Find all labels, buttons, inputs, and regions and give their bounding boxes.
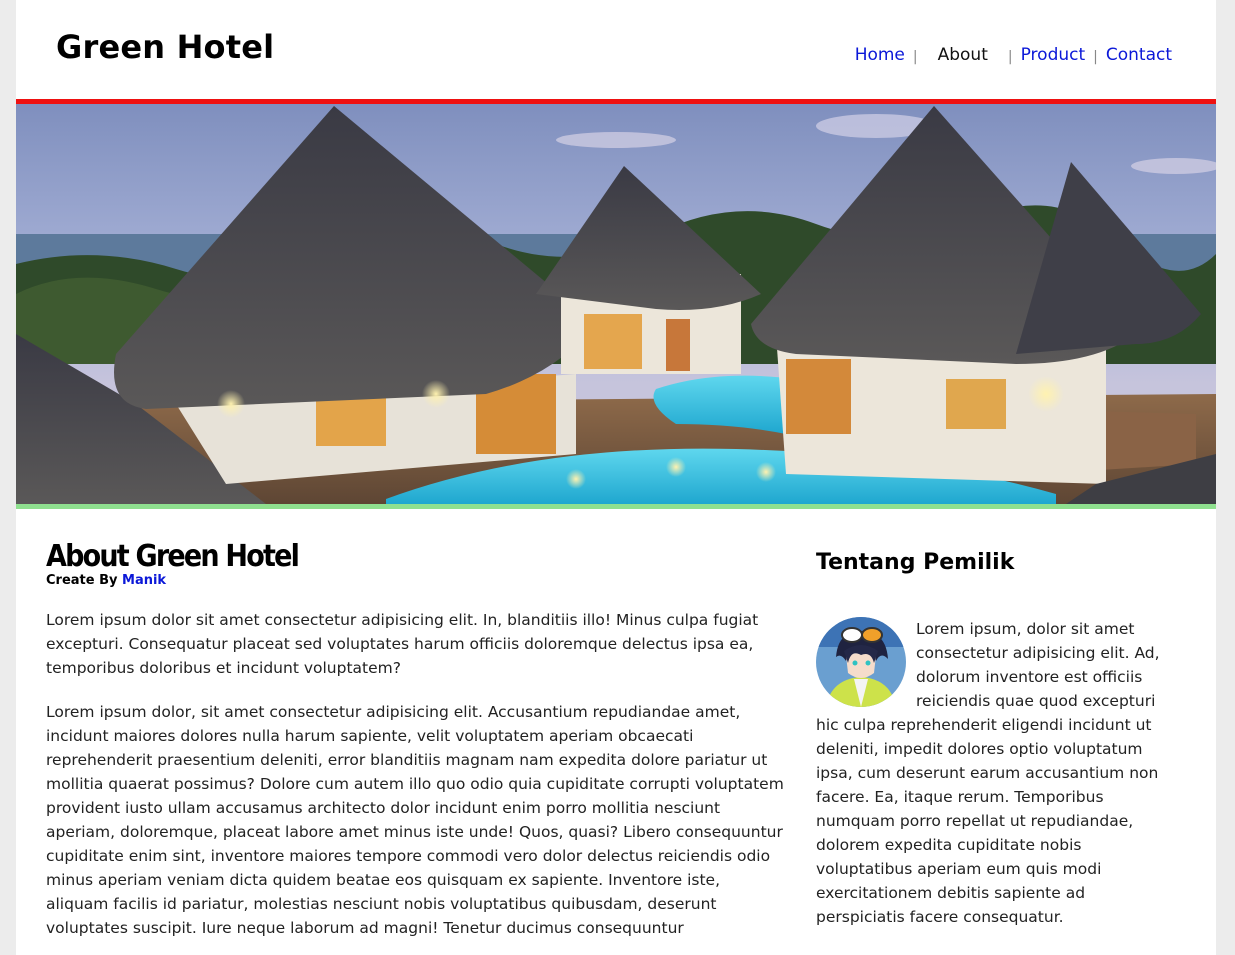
site-header: Green Hotel Home | About | Product | Con…: [16, 0, 1216, 99]
byline-prefix: Create By: [46, 573, 118, 588]
site-title: Green Hotel: [56, 28, 275, 66]
nav-about-link[interactable]: About: [938, 45, 988, 65]
sidebar-title: Tentang Pemilik: [816, 550, 1015, 575]
article-paragraph: Lorem ipsum dolor, sit amet consectetur …: [46, 703, 784, 937]
byline: Create By Manik: [46, 573, 786, 588]
nav-separator: |: [912, 49, 918, 65]
owner-avatar: [816, 617, 906, 707]
author-link[interactable]: Manik: [122, 573, 166, 588]
owner-bio: Lorem ipsum, dolor sit amet consectetur …: [816, 617, 1166, 929]
article-title: About Green Hotel: [46, 538, 300, 574]
page: Green Hotel Home | About | Product | Con…: [16, 0, 1216, 955]
hero-image: [16, 104, 1216, 504]
main-nav: Home | About | Product | Contact: [855, 45, 1172, 65]
article-paragraph: Lorem ipsum dolor sit amet consectetur a…: [46, 611, 759, 677]
nav-home-link[interactable]: Home: [855, 45, 905, 65]
hero-divider: [16, 504, 1216, 509]
sidebar: Tentang Pemilik Lorem ipsum, dolor sit a…: [816, 550, 1166, 929]
main-content: About Green Hotel Create By Manik Lorem …: [46, 538, 786, 940]
nav-separator: |: [1007, 49, 1013, 65]
nav-contact-link[interactable]: Contact: [1106, 45, 1172, 65]
nav-product-link[interactable]: Product: [1021, 45, 1086, 65]
nav-separator: |: [1093, 49, 1098, 65]
